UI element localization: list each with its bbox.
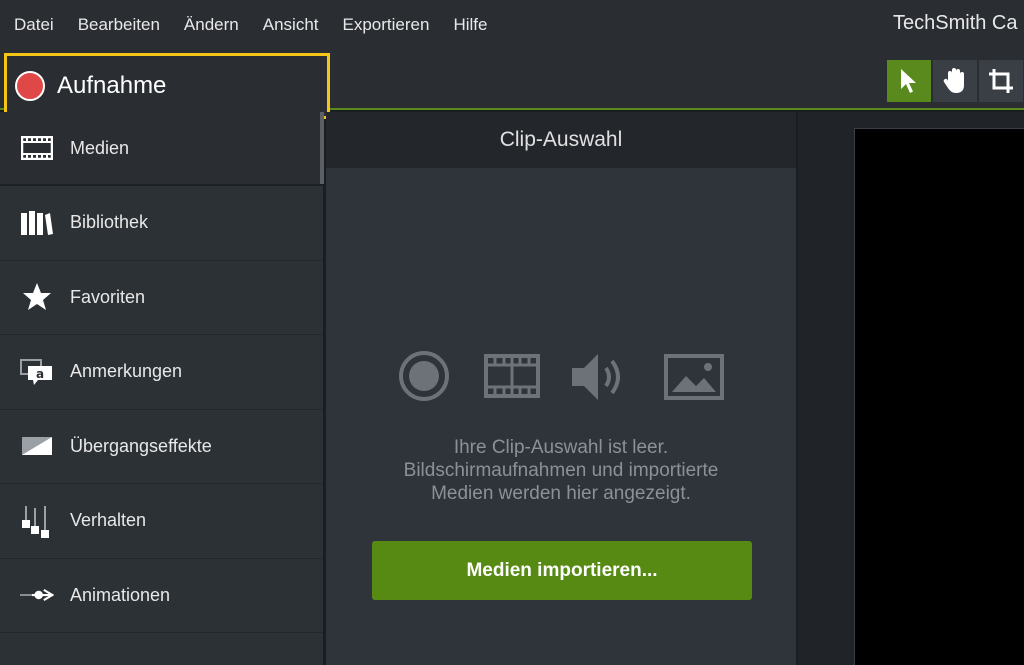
canvas-tool-group: [887, 60, 1024, 102]
sidebar-item-medien[interactable]: Medien: [0, 112, 323, 186]
sidebar-item-verhalten[interactable]: Verhalten: [0, 484, 323, 559]
svg-text:a: a: [36, 367, 44, 381]
sidebar-label-anmerkungen: Anmerkungen: [70, 361, 183, 382]
sidebar-label-bibliothek: Bibliothek: [70, 212, 149, 233]
menu-hilfe[interactable]: Hilfe: [453, 15, 487, 35]
sidebar-label-favoriten: Favoriten: [70, 286, 146, 307]
sidebar-item-favoriten[interactable]: Favoriten: [0, 261, 323, 335]
callout-icon: a: [20, 355, 54, 389]
import-media-button[interactable]: Medien importieren...: [372, 541, 752, 600]
record-button[interactable]: Aufnahme: [4, 53, 330, 119]
menu-datei[interactable]: Datei: [14, 15, 54, 35]
sidebar-scrollbar[interactable]: [320, 112, 324, 184]
filmstrip-icon: [20, 131, 54, 165]
menu-ansicht[interactable]: Ansicht: [263, 15, 319, 35]
placeholder-icons: [398, 350, 728, 406]
sidebar-item-animationen[interactable]: Animationen: [0, 559, 323, 633]
star-icon: [20, 280, 54, 314]
canvas-area: [798, 112, 1024, 665]
library-books-icon: [20, 206, 54, 240]
image-icon: [664, 354, 724, 400]
canvas-preview[interactable]: [854, 128, 1024, 665]
sidebar-item-uebergangseffekte[interactable]: Übergangseffekte: [0, 410, 323, 484]
record-label: Aufnahme: [57, 72, 167, 99]
behavior-icon: [20, 504, 54, 538]
crop-icon: [989, 69, 1013, 93]
camtasia-window: Datei Bearbeiten Ändern Ansicht Exportie…: [0, 0, 1024, 665]
sidebar-item-anmerkungen[interactable]: a Anmerkungen: [0, 335, 323, 410]
speaker-icon: [572, 354, 620, 400]
pan-hand-icon: [943, 68, 964, 93]
empty-message-line-3: Medien werden hier angezeigt.: [431, 483, 691, 504]
sidebar: Medien Bibliothek Favoriten a Anmerkunge…: [0, 112, 324, 665]
menu-bearbeiten[interactable]: Bearbeiten: [78, 15, 160, 35]
sidebar-label-medien: Medien: [70, 137, 130, 158]
select-tool-button[interactable]: [887, 60, 931, 102]
empty-message-line-1: Ihre Clip-Auswahl ist leer.: [453, 437, 669, 458]
filmstrip-icon: [484, 354, 540, 398]
record-circle-icon: [399, 351, 449, 401]
empty-bin-message: Ihre Clip-Auswahl ist leer. Bildschirmau…: [326, 436, 796, 505]
crop-tool-button[interactable]: [979, 60, 1023, 102]
pan-tool-button[interactable]: [933, 60, 977, 102]
sidebar-item-bibliothek[interactable]: Bibliothek: [0, 186, 323, 261]
animation-arrow-icon: [20, 578, 54, 612]
clip-bin-panel: Ihre Clip-Auswahl ist leer. Bildschirmau…: [326, 168, 796, 665]
menu-aendern[interactable]: Ändern: [184, 15, 239, 35]
toolbar: Aufnahme: [0, 50, 1024, 119]
sidebar-label-verhalten: Verhalten: [70, 510, 147, 531]
menu-exportieren[interactable]: Exportieren: [343, 15, 430, 35]
transition-icon: [20, 429, 54, 463]
empty-message-line-2: Bildschirmaufnahmen und importierte: [403, 460, 719, 481]
record-icon: [15, 71, 45, 101]
sidebar-label-animationen: Animationen: [70, 584, 171, 605]
sidebar-label-uebergangseffekte: Übergangseffekte: [70, 435, 212, 456]
menu-bar: Datei Bearbeiten Ändern Ansicht Exportie…: [0, 0, 1024, 50]
clip-bin-header: Clip-Auswahl: [326, 112, 796, 168]
select-arrow-icon: [901, 69, 916, 93]
app-title: TechSmith Ca: [893, 12, 1018, 34]
clip-bin-title: Clip-Auswahl: [499, 128, 623, 151]
